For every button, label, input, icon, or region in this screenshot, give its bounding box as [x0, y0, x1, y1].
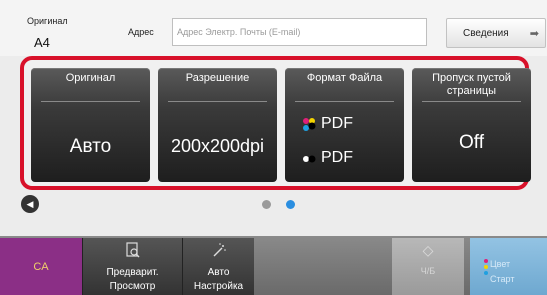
preview-label-line2: Просмотр: [109, 281, 156, 292]
tile-file-format-title: Формат Файла: [306, 72, 383, 84]
preview-icon: [83, 242, 182, 261]
tile-resolution-value: 200x200dpi: [170, 136, 265, 156]
color-dot-yellow: [484, 265, 488, 269]
bw-start-button[interactable]: ◇ Ч/Б: [392, 238, 464, 295]
color-pdf-format: PDF: [303, 115, 353, 133]
auto-setting-label-line1: Авто: [207, 267, 230, 278]
chevron-left-icon[interactable]: ◀: [21, 195, 39, 213]
pdf-label-bw: PDF: [321, 149, 353, 166]
color-dot-magenta: [484, 259, 488, 263]
auto-wand-icon: [183, 242, 254, 261]
arrow-right-icon: ➡: [529, 28, 539, 40]
address-label[interactable]: Адрес: [128, 27, 154, 37]
original-label: Оригинал: [27, 16, 68, 26]
pdf-label-color: PDF: [321, 115, 353, 132]
email-address-input[interactable]: [172, 18, 427, 46]
bw-start-label: Ч/Б: [420, 266, 436, 276]
tile-resolution[interactable]: Разрешение 200x200dpi: [158, 68, 277, 182]
start-label: Старт: [490, 274, 515, 284]
divider: [168, 101, 267, 102]
auto-setting-button[interactable]: Авто Настройка: [182, 238, 254, 295]
bw-pdf-format: PDF: [303, 149, 353, 167]
pager-dot-2[interactable]: [286, 200, 295, 209]
original-size-value[interactable]: A4: [34, 35, 50, 50]
ca-button[interactable]: CA: [0, 238, 82, 295]
tile-original[interactable]: Оригинал Авто: [31, 68, 150, 182]
details-button-label: Сведения: [463, 27, 509, 39]
divider: [41, 101, 140, 102]
tile-original-title: Оригинал: [65, 72, 116, 84]
diamond-start-icon: ◇: [422, 242, 434, 258]
divider: [295, 101, 394, 102]
tile-resolution-title: Разрешение: [185, 72, 250, 84]
details-button[interactable]: Сведения ➡: [446, 18, 546, 48]
bw-dots-icon: [303, 155, 316, 163]
tile-skip-blank-title: Пропуск пустой страницы: [432, 72, 511, 97]
tile-file-format[interactable]: Формат Файла PDF PDF: [285, 68, 404, 182]
color-label: Цвет: [490, 259, 511, 269]
divider: [422, 101, 521, 102]
tile-original-value: Авто: [69, 136, 112, 157]
color-dot-cyan: [484, 271, 488, 275]
color-start-button[interactable]: Цвет Старт: [470, 238, 547, 295]
pager-dot-1[interactable]: [262, 200, 271, 209]
preview-button[interactable]: Предварит. Просмотр: [82, 238, 182, 295]
color-dots-icon: [303, 118, 316, 131]
preview-label-line1: Предварит.: [106, 267, 159, 278]
tile-skip-blank-value: Off: [459, 132, 484, 153]
tile-skip-blank-page[interactable]: Пропуск пустой страницы Off: [412, 68, 531, 182]
auto-setting-label-line2: Настройка: [193, 281, 244, 292]
